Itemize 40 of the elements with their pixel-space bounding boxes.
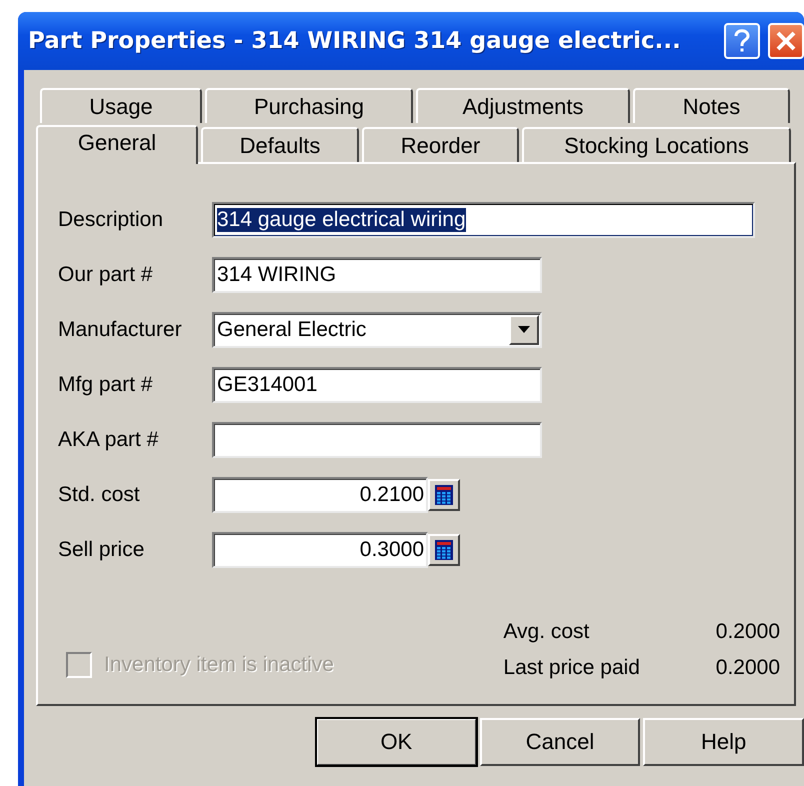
dropdown-field[interactable]: General Electric (212, 312, 542, 348)
dialog-button[interactable]: Help (643, 718, 804, 766)
caret-icon (518, 326, 530, 333)
calculator-icon (435, 484, 453, 504)
tab[interactable]: General (36, 125, 198, 164)
stat-label: Last price paid (503, 656, 640, 680)
stat-value: 0.2000 (714, 620, 780, 644)
help-button[interactable] (724, 23, 760, 59)
dialog-button[interactable]: OK (316, 718, 477, 766)
close-icon (775, 30, 797, 52)
input-field[interactable] (212, 422, 542, 458)
calculator-icon (435, 540, 453, 560)
input-field[interactable]: 314 WIRING (212, 256, 542, 292)
tab[interactable]: Reorder (362, 127, 519, 162)
tab[interactable]: Adjustments (416, 88, 630, 123)
close-button[interactable] (768, 23, 804, 59)
tab[interactable]: Notes (633, 88, 790, 123)
calculator-button[interactable] (428, 478, 460, 510)
tab[interactable]: Purchasing (205, 88, 413, 123)
number-field[interactable]: 0.2100 (212, 476, 428, 512)
stat-label: Avg. cost (503, 620, 590, 644)
stat-value: 0.2000 (714, 656, 780, 680)
calculator-button[interactable] (428, 534, 460, 566)
field-label: AKA part # (58, 428, 160, 452)
input-field[interactable]: GE314001 (212, 366, 542, 402)
field-label: Description (58, 208, 164, 232)
question-icon (734, 29, 750, 53)
input-field[interactable]: 314 gauge electrical wiring (212, 202, 755, 238)
field-label: Manufacturer (58, 318, 183, 342)
tab[interactable]: Defaults (201, 127, 359, 162)
dropdown-button[interactable] (509, 314, 539, 344)
window-title: Part Properties - 314 WIRING 314 gauge electric... (28, 28, 682, 54)
dialog-button[interactable]: Cancel (480, 718, 640, 766)
tab[interactable]: Stocking Locations (522, 127, 791, 162)
number-field[interactable]: 0.3000 (212, 532, 428, 568)
field-label: Std. cost (58, 482, 141, 506)
field-label: Our part # (58, 262, 154, 286)
tab[interactable]: Usage (40, 88, 202, 123)
field-label: Mfg part # (58, 372, 154, 396)
field-label: Sell price (58, 538, 146, 562)
